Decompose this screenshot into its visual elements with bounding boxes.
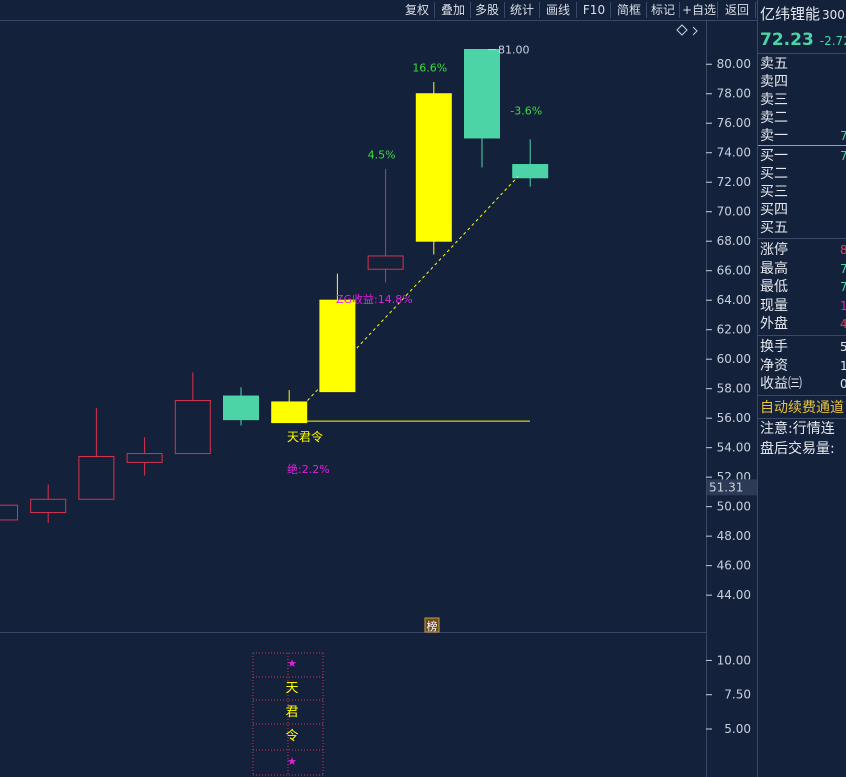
y-tick-label: 56.00 xyxy=(717,411,751,425)
candle-layer xyxy=(0,48,549,523)
lower-y-tick-label: 5.00 xyxy=(724,722,751,736)
kline-chart: 16.6%4.5%-3.6%81.00ZG收益:14.8%天君令绝:2.2%榜 … xyxy=(0,20,757,777)
y-tick-label: 60.00 xyxy=(717,352,751,366)
stock-name: 亿纬锂能 300 xyxy=(760,5,845,23)
signal-char: 天 xyxy=(285,681,298,696)
buy-level-row: 买五 xyxy=(760,220,788,236)
signal-label: 天君令 xyxy=(287,429,323,444)
y-tick-label: 62.00 xyxy=(717,323,751,337)
y-tick-label: 44.00 xyxy=(717,588,751,602)
pct-label: -3.6% xyxy=(510,104,542,117)
chevron-right-icon xyxy=(692,26,698,36)
stat-row: 外盘48 xyxy=(760,316,846,332)
note-line-1: 注意:行情连 xyxy=(760,421,835,437)
signal-char: 君 xyxy=(285,705,298,720)
stat2-row: 收益㈢0 xyxy=(760,376,846,392)
lower-y-tick-label: 10.00 xyxy=(717,653,751,667)
y-tick-label: 50.00 xyxy=(717,500,751,514)
zg-return-label: ZG收益:14.8% xyxy=(336,292,413,306)
candle-body xyxy=(415,93,452,242)
y-tick-label: 70.00 xyxy=(717,205,751,219)
y-tick-label: 66.00 xyxy=(717,264,751,278)
y-tick-label: 64.00 xyxy=(717,293,751,307)
candle-body xyxy=(319,299,356,393)
y-tick-label: 74.00 xyxy=(717,146,751,160)
stat2-row: 净资1 xyxy=(760,357,846,374)
stat-row: 现量1( xyxy=(760,297,846,314)
signal-char: 令 xyxy=(285,729,298,744)
buy-level-row: 买一7 xyxy=(760,148,846,164)
y-tick-label: 78.00 xyxy=(717,87,751,101)
y-tick-label: 80.00 xyxy=(717,57,751,71)
pct-label: 4.5% xyxy=(368,149,396,162)
quote-panel: 亿纬锂能300 72.23-2.72 自动续费通道 注意:行情连 盘后交易量: … xyxy=(757,0,846,777)
note-line-2: 盘后交易量: xyxy=(760,441,835,457)
star-icon: ★ xyxy=(287,755,297,768)
sell-level-row: 卖二 xyxy=(760,110,788,126)
star-icon: ★ xyxy=(287,657,297,670)
stat2-row: 换手5 xyxy=(760,339,846,355)
y-tick-label: 54.00 xyxy=(717,441,751,455)
sell-level-row: 卖四 xyxy=(760,74,788,90)
jue-label: 绝:2.2% xyxy=(287,462,330,476)
candle-body xyxy=(126,453,163,463)
bang-label: 榜 xyxy=(427,619,438,633)
candle-body xyxy=(30,498,67,514)
stat-row: 最低7 xyxy=(760,279,846,295)
pct-label: 16.6% xyxy=(412,62,447,75)
candle-body xyxy=(0,504,18,521)
candle-body xyxy=(223,395,259,421)
buy-level-row: 买二 xyxy=(760,166,788,182)
y-tick-label: 58.00 xyxy=(717,382,751,396)
sell-level-row: 卖一7 xyxy=(760,128,846,144)
sell-level-row: 卖三 xyxy=(760,92,788,108)
current-price: 72.23-2.72 xyxy=(760,30,846,50)
candle-body xyxy=(271,401,308,424)
y-tick-label: 76.00 xyxy=(717,116,751,130)
buy-level-row: 买三 xyxy=(760,184,788,200)
candle-body xyxy=(367,255,404,270)
stat-row: 最高7 xyxy=(760,260,846,277)
price-axis: 44.0046.0048.0050.0052.0054.0056.0058.00… xyxy=(706,57,757,602)
y-tick-label: 72.00 xyxy=(717,175,751,189)
diamond-icon xyxy=(676,24,688,36)
lower-y-tick-label: 7.50 xyxy=(724,688,751,702)
buy-level-row: 买四 xyxy=(760,202,788,218)
candle-body xyxy=(78,456,115,500)
promo-text[interactable]: 自动续费通道 xyxy=(760,399,844,417)
sell-level-row: 卖五 xyxy=(760,56,788,72)
candle-body xyxy=(464,48,500,139)
stat-row: 涨停8 xyxy=(760,242,846,258)
grid-layer xyxy=(0,20,757,777)
y-tick-label: 46.00 xyxy=(717,559,751,573)
candle-body xyxy=(512,164,549,179)
y-tick-label: 48.00 xyxy=(717,529,751,543)
crosshair-price: 51.31 xyxy=(709,480,743,494)
high-label: 81.00 xyxy=(498,43,530,56)
y-tick-label: 68.00 xyxy=(717,234,751,248)
lower-indicator-panel: 5.00 7.50 10.00 ★ 天君令 ★ xyxy=(252,652,751,776)
candle-body xyxy=(174,399,211,455)
